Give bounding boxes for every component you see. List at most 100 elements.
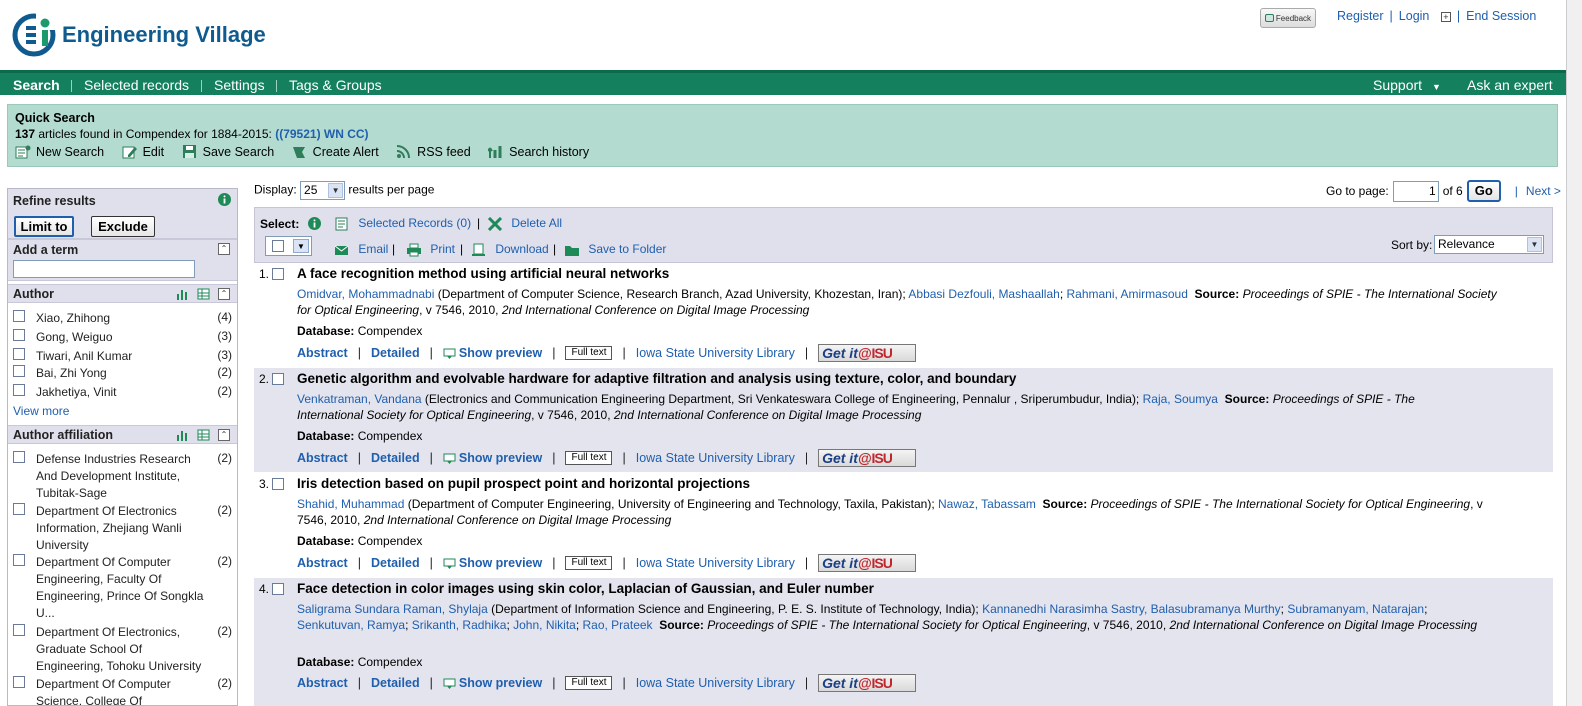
nav-support[interactable]: Support ▼ xyxy=(1373,77,1441,93)
detailed-link[interactable]: Detailed xyxy=(371,346,420,360)
show-preview-link[interactable]: Show preview xyxy=(443,556,542,570)
get-it-isu-button[interactable]: Get it@ISU xyxy=(818,554,917,572)
author-link[interactable]: Venkatraman, Vandana xyxy=(297,392,422,406)
abstract-link[interactable]: Abstract xyxy=(297,346,348,360)
get-it-isu-button[interactable]: Get it@ISU xyxy=(818,344,917,362)
download-button[interactable]: Download xyxy=(471,242,549,257)
result-title[interactable]: A face recognition method using artifici… xyxy=(297,266,669,281)
full-text-button[interactable]: Full text xyxy=(565,676,613,690)
get-it-isu-button[interactable]: Get it@ISU xyxy=(818,674,917,692)
engineering-village-logo-icon[interactable] xyxy=(12,12,56,58)
search-query-link[interactable]: ((79521) WN CC) xyxy=(275,127,368,141)
page-scrollbar[interactable] xyxy=(1566,0,1582,706)
get-it-isu-button[interactable]: Get it@ISU xyxy=(818,449,917,467)
library-link[interactable]: Iowa State University Library xyxy=(636,451,795,465)
result-checkbox[interactable] xyxy=(272,268,284,280)
sort-by-select[interactable]: Relevance ▼ xyxy=(1434,235,1544,254)
detailed-link[interactable]: Detailed xyxy=(371,556,420,570)
rss-feed-button[interactable]: RSS feed xyxy=(396,145,471,159)
add-term-input[interactable] xyxy=(13,260,195,278)
exclude-button[interactable]: Exclude xyxy=(91,216,155,237)
author-link[interactable]: Nawaz, Tabassam xyxy=(938,497,1036,511)
author-link[interactable]: Saligrama Sundara Raman, Shylaja xyxy=(297,602,488,616)
author-link[interactable]: Subramanyam, Natarajan xyxy=(1287,602,1424,616)
affiliation-facet[interactable]: Department Of Computer Engineering, Facu… xyxy=(13,554,235,624)
author-link[interactable]: Rao, Prateek xyxy=(583,618,653,632)
detailed-link[interactable]: Detailed xyxy=(371,676,420,690)
result-checkbox[interactable] xyxy=(272,583,284,595)
next-page-link[interactable]: Next > xyxy=(1526,184,1561,198)
page-number-input[interactable] xyxy=(1392,180,1439,202)
brand-title[interactable]: Engineering Village xyxy=(62,22,266,48)
limit-to-button[interactable]: Limit to xyxy=(14,216,74,237)
author-link[interactable]: Abbasi Dezfouli, Mashaallah xyxy=(908,287,1059,301)
show-preview-link[interactable]: Show preview xyxy=(443,676,542,690)
author-link[interactable]: Omidvar, Mohammadnabi xyxy=(297,287,434,301)
show-preview-link[interactable]: Show preview xyxy=(443,346,542,360)
full-text-button[interactable]: Full text xyxy=(565,346,613,360)
author-link[interactable]: Kannanedhi Narasimha Sastry, Balasubrama… xyxy=(982,602,1281,616)
result-title[interactable]: Iris detection based on pupil prospect p… xyxy=(297,476,750,491)
checkbox[interactable] xyxy=(13,676,25,688)
nav-settings[interactable]: Settings xyxy=(214,77,265,93)
full-text-button[interactable]: Full text xyxy=(565,556,613,570)
abstract-link[interactable]: Abstract xyxy=(297,451,348,465)
selected-records-link[interactable]: Selected Records (0) xyxy=(334,216,471,231)
abstract-link[interactable]: Abstract xyxy=(297,676,348,690)
author-link[interactable]: Rahmani, Amirmasoud xyxy=(1066,287,1187,301)
print-button[interactable]: Print xyxy=(406,242,455,257)
result-title[interactable]: Genetic algorithm and evolvable hardware… xyxy=(297,371,1016,386)
show-preview-link[interactable]: Show preview xyxy=(443,451,542,465)
affiliation-facet[interactable]: Department Of Electronics Information, Z… xyxy=(13,503,235,555)
go-button[interactable]: Go xyxy=(1466,180,1501,202)
collapse-icon[interactable]: ⌃ xyxy=(218,243,230,255)
result-checkbox[interactable] xyxy=(272,478,284,490)
new-search-button[interactable]: New Search xyxy=(15,145,104,159)
bar-chart-icon[interactable] xyxy=(176,288,189,300)
chevron-down-icon[interactable]: ▼ xyxy=(293,239,309,253)
delete-all-button[interactable]: Delete All xyxy=(487,216,562,231)
nav-selected-records[interactable]: Selected records xyxy=(84,77,189,93)
collapse-icon[interactable]: ⌃ xyxy=(218,429,230,441)
login-link[interactable]: Login xyxy=(1399,9,1430,23)
library-link[interactable]: Iowa State University Library xyxy=(636,556,795,570)
create-alert-button[interactable]: Create Alert xyxy=(292,145,379,159)
library-link[interactable]: Iowa State University Library xyxy=(636,346,795,360)
search-history-button[interactable]: Search history xyxy=(488,145,589,159)
select-all-checkbox[interactable] xyxy=(272,240,284,252)
author-link[interactable]: Senkutuvan, Ramya xyxy=(297,618,405,632)
library-link[interactable]: Iowa State University Library xyxy=(636,676,795,690)
full-text-button[interactable]: Full text xyxy=(565,451,613,465)
checkbox[interactable] xyxy=(13,554,25,566)
bar-chart-icon[interactable] xyxy=(176,429,189,441)
result-title[interactable]: Face detection in color images using ski… xyxy=(297,581,874,596)
checkbox[interactable] xyxy=(13,624,25,636)
nav-ask-expert[interactable]: Ask an expert xyxy=(1467,77,1553,93)
view-more-authors-link[interactable]: View more xyxy=(13,404,69,418)
checkbox[interactable] xyxy=(13,348,25,360)
nav-tags-groups[interactable]: Tags & Groups xyxy=(289,77,382,93)
save-to-folder-button[interactable]: Save to Folder xyxy=(564,242,666,257)
author-link[interactable]: Raja, Soumya xyxy=(1143,392,1218,406)
checkbox[interactable] xyxy=(13,365,25,377)
expand-login-icon[interactable]: + xyxy=(1440,11,1451,22)
info-icon[interactable] xyxy=(308,217,321,230)
select-all-dropdown[interactable]: ▼ xyxy=(265,236,312,256)
result-checkbox[interactable] xyxy=(272,373,284,385)
affiliation-facet[interactable]: Department Of Electronics, Graduate Scho… xyxy=(13,624,235,676)
edit-search-button[interactable]: Edit xyxy=(122,145,164,159)
table-view-icon[interactable] xyxy=(197,288,210,300)
feedback-button[interactable]: Feedback xyxy=(1260,8,1316,28)
collapse-icon[interactable]: ⌃ xyxy=(218,288,230,300)
checkbox[interactable] xyxy=(13,384,25,396)
save-search-button[interactable]: Save Search xyxy=(182,145,274,159)
results-per-page-select[interactable]: 25 ▼ xyxy=(300,181,346,200)
checkbox[interactable] xyxy=(13,451,25,463)
author-link[interactable]: Srikanth, Radhika xyxy=(412,618,507,632)
checkbox[interactable] xyxy=(13,503,25,515)
info-icon[interactable] xyxy=(218,193,231,206)
email-button[interactable]: Email xyxy=(334,242,388,257)
checkbox[interactable] xyxy=(13,329,25,341)
end-session-link[interactable]: End Session xyxy=(1466,9,1536,23)
detailed-link[interactable]: Detailed xyxy=(371,451,420,465)
